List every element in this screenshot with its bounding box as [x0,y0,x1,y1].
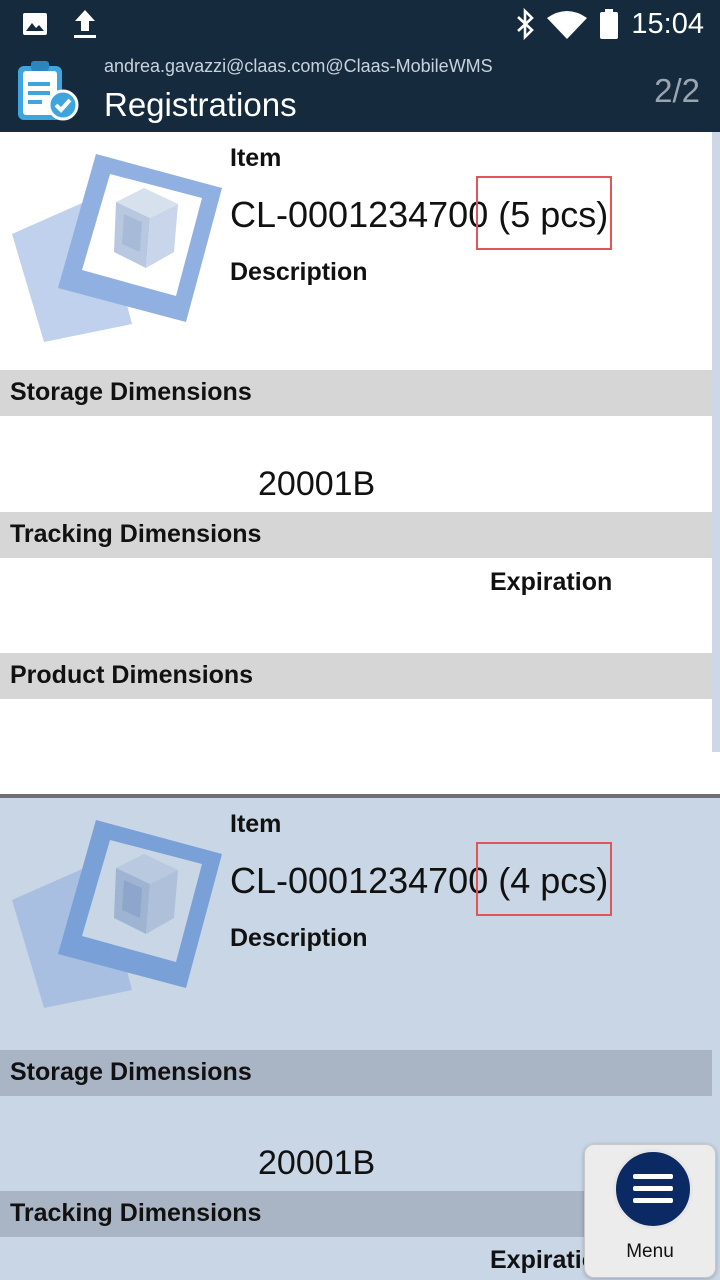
image-icon [23,13,47,35]
menu-label: Menu [626,1241,674,1262]
battery-icon [600,9,618,39]
tracking-dimensions-label: Tracking Dimensions [10,1199,262,1227]
item-label: Item [230,810,282,838]
storage-dimensions-label: Storage Dimensions [10,378,252,406]
tracking-dimensions-label: Tracking Dimensions [10,520,262,548]
app-bar: andrea.gavazzi@claas.com@Claas-MobileWMS… [0,48,720,132]
product-dimensions-header: Product Dimensions [0,653,712,699]
registrations-list[interactable]: Item CL-0001234700 (5 pcs) Description S… [0,132,720,1280]
clock: 15:04 [631,8,704,40]
status-bar: 15:04 [0,0,720,48]
menu-button[interactable]: Menu [584,1144,716,1278]
upload-icon [74,10,96,38]
quantity-highlight [476,176,612,250]
bluetooth-icon [517,8,534,40]
page-indicator: 2/2 [654,72,700,109]
user-account: andrea.gavazzi@claas.com@Claas-MobileWMS [104,56,493,76]
expiration-label: Expiration [490,568,613,596]
storage-dimensions-label: Storage Dimensions [10,1058,252,1086]
storage-dimensions-header: Storage Dimensions [0,370,712,416]
clipboard-check-icon [18,61,79,121]
item-image-placeholder-icon [12,820,222,1008]
wifi-icon [547,11,587,39]
storage-location: 20001B [258,1144,376,1182]
description-label: Description [230,258,368,286]
quantity-highlight [476,842,612,916]
item-label: Item [230,144,282,172]
item-image-placeholder-icon [12,154,222,342]
scrollbar[interactable] [712,132,720,752]
page-title: Registrations [104,86,297,123]
item-number: CL-0001234700 [230,194,489,235]
product-dimensions-label: Product Dimensions [10,661,254,689]
storage-dimensions-header: Storage Dimensions [0,1050,712,1096]
hamburger-icon[interactable] [613,1149,693,1229]
registration-card[interactable]: Item CL-0001234700 (5 pcs) Description S… [0,132,720,752]
tracking-dimensions-header: Tracking Dimensions [0,512,712,558]
storage-location: 20001B [258,465,376,503]
item-number: CL-0001234700 [230,860,489,901]
description-label: Description [230,924,368,952]
